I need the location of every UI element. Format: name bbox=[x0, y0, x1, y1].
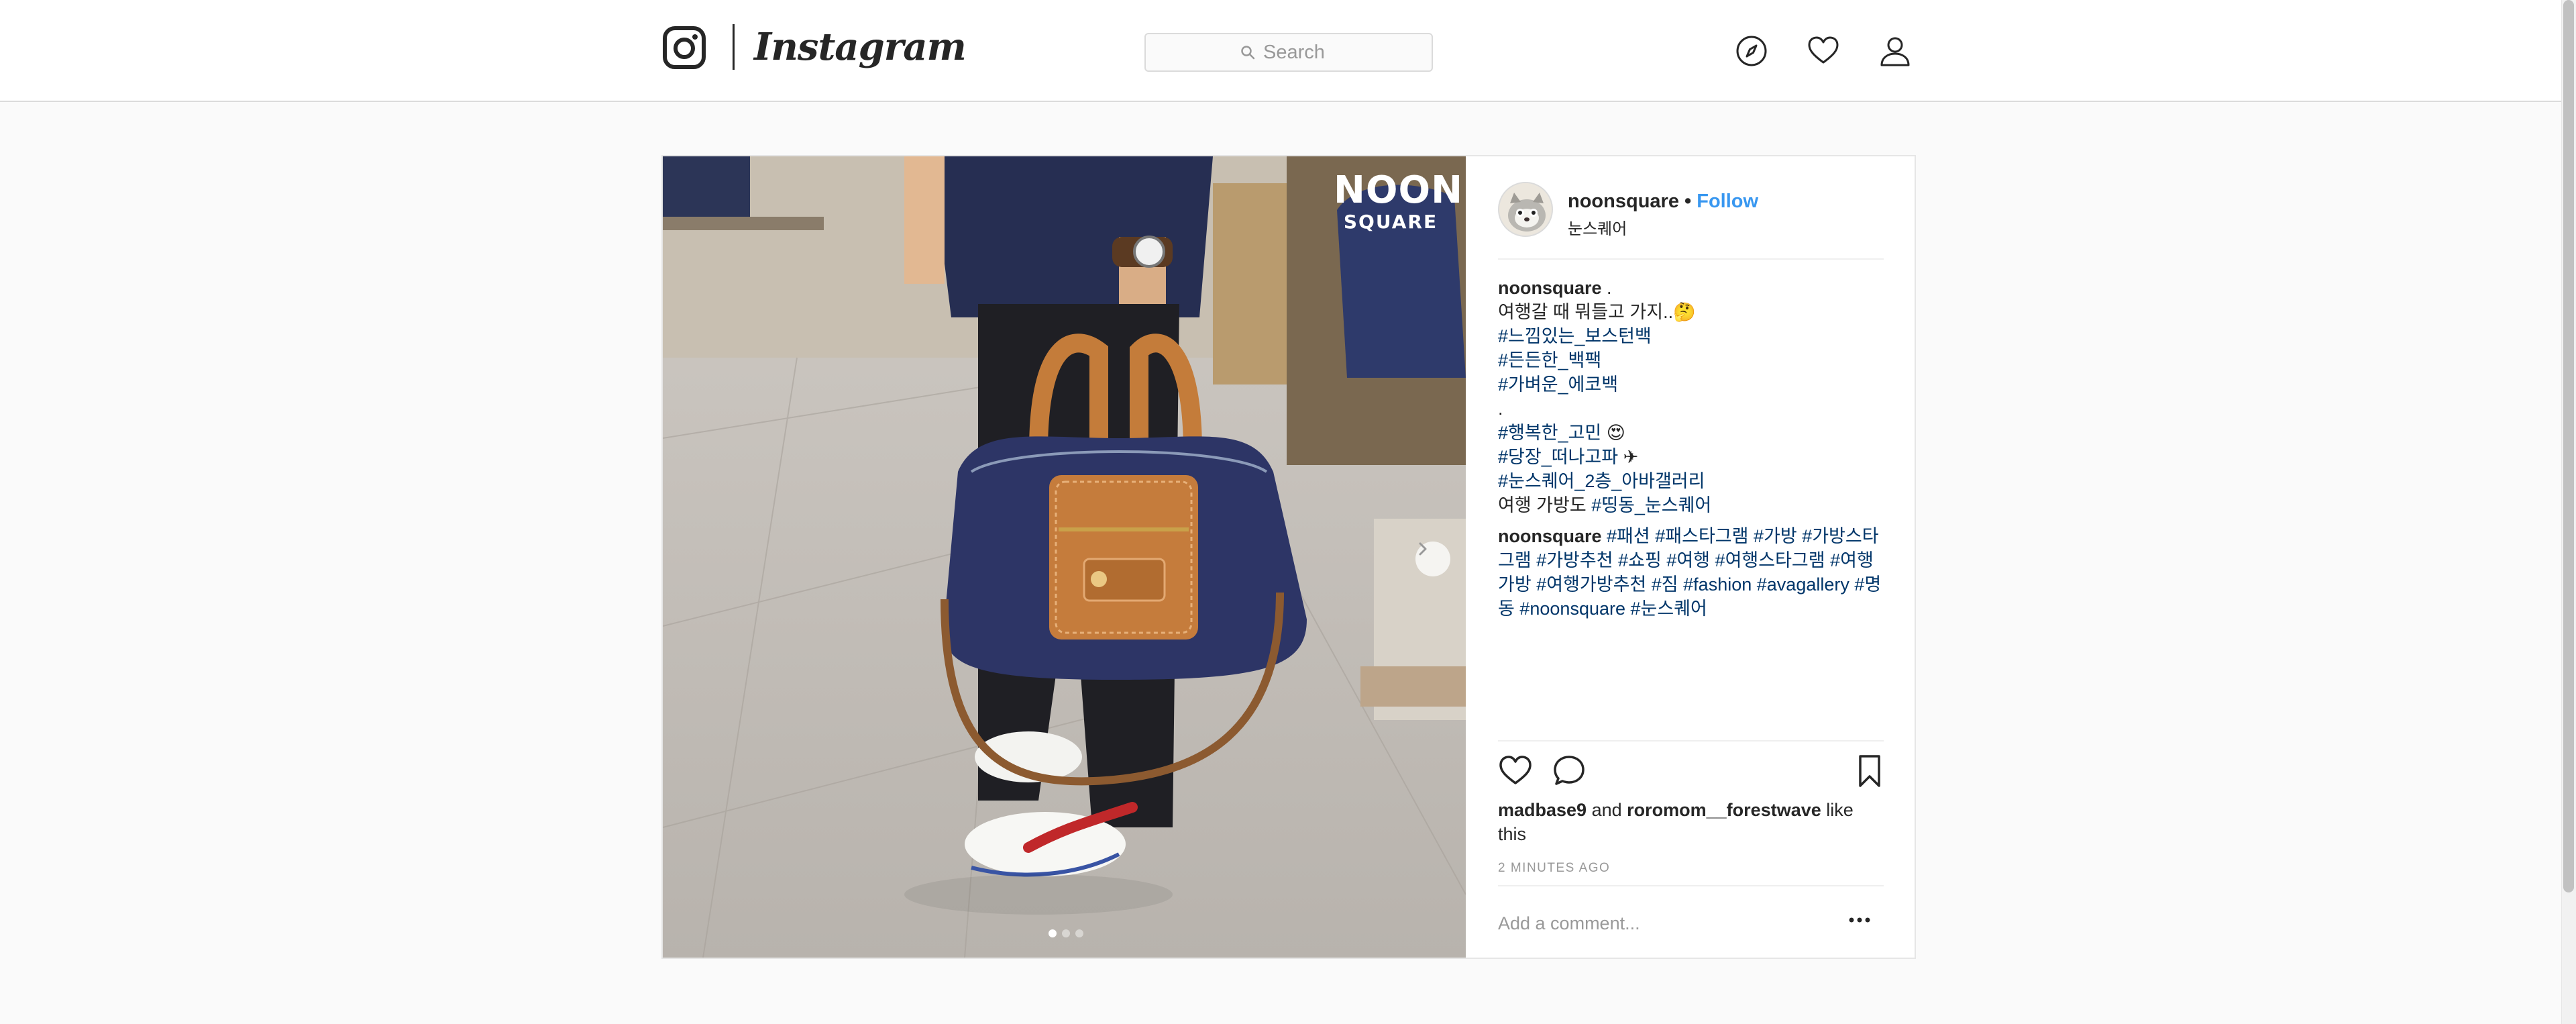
avatar[interactable] bbox=[1498, 182, 1553, 237]
caption-username[interactable]: noonsquare bbox=[1498, 278, 1602, 298]
likes-summary: madbase9 and roromom__forestwave like th… bbox=[1498, 798, 1884, 846]
profile-icon[interactable] bbox=[1878, 34, 1912, 68]
hashtag[interactable]: #당장_떠나고파 bbox=[1498, 447, 1618, 467]
brand-stamp-small: SQUARE bbox=[1343, 211, 1438, 233]
emoji: 😍 bbox=[1601, 423, 1625, 443]
hashtag[interactable]: #느낌있는_보스턴백 bbox=[1498, 326, 1652, 346]
more-options-icon[interactable] bbox=[1846, 913, 1873, 927]
hashtag[interactable]: #띵동_눈스퀘어 bbox=[1591, 495, 1711, 515]
comment: noonsquare #패션 #패스타그램 #가방 #가방스타그램 #가방추천 … bbox=[1498, 524, 1887, 621]
hashtag[interactable]: #여행가방추천 bbox=[1536, 574, 1646, 595]
post-actions bbox=[1498, 740, 1884, 794]
like-heart-icon[interactable] bbox=[1498, 754, 1533, 788]
add-comment-row bbox=[1498, 885, 1884, 956]
likes-connector: and bbox=[1587, 800, 1627, 820]
brand-stamp-big: NOON bbox=[1334, 168, 1463, 212]
carousel-dot bbox=[1062, 929, 1070, 937]
page-scrollbar[interactable] bbox=[2561, 0, 2576, 1024]
chevron-right-icon bbox=[1419, 542, 1427, 556]
save-bookmark-icon[interactable] bbox=[1852, 754, 1887, 788]
compass-icon[interactable] bbox=[1735, 34, 1768, 68]
carousel-indicator bbox=[1049, 929, 1083, 937]
brand-stamp: NOON SQUARE bbox=[1334, 168, 1463, 233]
scrollbar-thumb[interactable] bbox=[2563, 0, 2574, 892]
add-comment-input[interactable] bbox=[1498, 907, 1807, 940]
hashtag[interactable]: #여행스타그램 bbox=[1715, 550, 1825, 570]
search-input[interactable] bbox=[1263, 41, 1337, 64]
logo-divider bbox=[733, 24, 735, 70]
carousel-dot bbox=[1075, 929, 1083, 937]
avatar-image bbox=[1499, 183, 1552, 236]
hashtag[interactable]: #fashion bbox=[1683, 574, 1752, 595]
hashtag[interactable]: #행복한_고민 bbox=[1498, 423, 1601, 443]
post-location[interactable]: 눈스퀘어 bbox=[1568, 215, 1627, 239]
hashtag[interactable]: #noonsquare bbox=[1519, 599, 1625, 619]
liker-username[interactable]: roromom__forestwave bbox=[1627, 800, 1821, 820]
emoji: ✈ bbox=[1618, 447, 1639, 467]
hashtag[interactable]: #패스타그램 bbox=[1655, 526, 1748, 546]
hashtag[interactable]: #쇼핑 bbox=[1618, 550, 1662, 570]
hashtag[interactable]: #가벼운_에코백 bbox=[1498, 374, 1618, 395]
hashtag[interactable]: #패션 bbox=[1607, 526, 1650, 546]
comment-username[interactable]: noonsquare bbox=[1498, 526, 1602, 546]
caption-line2: 여행갈 때 뭐들고 가지..🤔 bbox=[1498, 302, 1696, 322]
carousel-next-button[interactable] bbox=[1415, 542, 1450, 576]
hashtag[interactable]: #가방 bbox=[1754, 526, 1797, 546]
post-side-panel: noonsquare • Follow 눈스퀘어 noonsquare . 여행… bbox=[1466, 156, 1916, 958]
post-photo bbox=[663, 156, 1466, 958]
search-icon bbox=[1241, 46, 1255, 60]
heart-icon[interactable] bbox=[1807, 34, 1840, 68]
caption-last-prefix: 여행 가방도 bbox=[1498, 495, 1592, 515]
search-box[interactable] bbox=[1144, 33, 1433, 72]
hashtag[interactable]: #든든한_백팩 bbox=[1498, 350, 1601, 370]
post-timestamp[interactable]: 2 MINUTES AGO bbox=[1498, 861, 1610, 876]
follow-button[interactable]: Follow bbox=[1697, 191, 1758, 212]
instagram-camera-icon[interactable] bbox=[662, 25, 706, 70]
hashtag[interactable]: #여행 bbox=[1666, 550, 1710, 570]
post-card: NOON SQUARE noonsquare • Follow 눈스퀘어 noo… bbox=[661, 155, 1916, 959]
hashtag[interactable]: #가방추천 bbox=[1536, 550, 1613, 570]
post-caption: noonsquare . 여행갈 때 뭐들고 가지..🤔 #느낌있는_보스턴백 … bbox=[1498, 276, 1887, 517]
author-line: noonsquare • Follow bbox=[1568, 190, 1758, 213]
top-navigation: Instagram bbox=[0, 0, 2576, 102]
post-image[interactable]: NOON SQUARE bbox=[663, 156, 1466, 958]
hashtag[interactable]: #눈스퀘어 bbox=[1631, 599, 1707, 619]
liker-username[interactable]: madbase9 bbox=[1498, 800, 1587, 820]
caption-line1-suffix: . bbox=[1601, 278, 1612, 298]
author-username[interactable]: noonsquare bbox=[1568, 191, 1679, 212]
post-header: noonsquare • Follow 눈스퀘어 bbox=[1498, 182, 1884, 260]
separator-bullet: • bbox=[1684, 191, 1692, 212]
carousel-dot bbox=[1049, 929, 1057, 937]
hashtag[interactable]: #짐 bbox=[1652, 574, 1678, 595]
hashtag[interactable]: #눈스퀘어_2층_아바갤러리 bbox=[1498, 471, 1705, 491]
hashtag[interactable]: #avagallery bbox=[1757, 574, 1849, 595]
comment-bubble-icon[interactable] bbox=[1552, 754, 1587, 788]
caption-dot-line: . bbox=[1498, 399, 1503, 419]
instagram-wordmark[interactable]: Instagram bbox=[754, 20, 967, 74]
